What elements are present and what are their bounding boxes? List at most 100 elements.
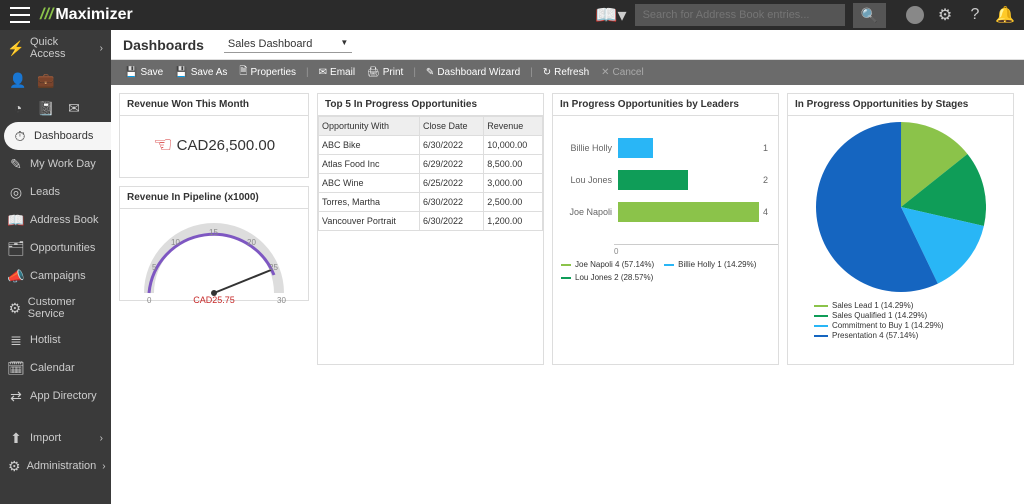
sidebar-administration[interactable]: ⚙ Administration › [0, 452, 111, 480]
address-book-dropdown-icon[interactable]: 📖▾ [595, 5, 626, 26]
table-row[interactable]: ABC Wine6/25/20223,000.00 [319, 174, 543, 193]
timer-icon[interactable]: ◔ [10, 100, 26, 116]
sidebar-icon-row-2: ◔ 📓 ✉ [0, 94, 111, 122]
sidebar-admin-label: Administration [27, 460, 97, 472]
dashboard-grid: Revenue Won This Month ☞ CAD26,500.00 Re… [111, 85, 1024, 504]
notebook-icon[interactable]: 📓 [38, 100, 54, 116]
table-cell: 6/25/2022 [419, 174, 483, 193]
legend-item: Presentation 4 (57.14%) [814, 331, 944, 340]
sidebar-item-label: Hotlist [30, 334, 61, 346]
table-cell: 6/30/2022 [419, 136, 483, 155]
settings-gear-icon[interactable]: ⚙ [936, 6, 954, 24]
bolt-icon: ⚡ [8, 40, 24, 56]
sidebar-item-campaigns[interactable]: 📣 Campaigns [0, 262, 111, 290]
sidebar-item-label: Campaigns [30, 270, 86, 282]
top-bar: /// Maximizer 📖▾ 🔍 ⚙ ? 🔔 [0, 0, 1024, 30]
top5-table: Opportunity With Close Date Revenue ABC … [318, 116, 543, 231]
sidebar-item-hotlist[interactable]: ≣ Hotlist [0, 326, 111, 354]
table-row[interactable]: Atlas Food Inc6/29/20228,500.00 [319, 155, 543, 174]
book-icon: 📖 [8, 212, 24, 228]
toolbar-save[interactable]: 💾 Save [121, 65, 167, 80]
sidebar-item-addressbook[interactable]: 📖 Address Book [0, 206, 111, 234]
logo-icon: /// [40, 6, 53, 24]
brand-name: Maximizer [55, 6, 132, 24]
chevron-right-icon: › [102, 461, 105, 472]
bar-fill [618, 202, 759, 222]
sidebar-item-label: App Directory [30, 390, 97, 402]
table-cell: 6/30/2022 [419, 212, 483, 231]
search-input[interactable] [635, 4, 845, 26]
toolbar-wizard[interactable]: ✎ Dashboard Wizard [422, 65, 524, 80]
table-row[interactable]: Torres, Martha6/30/20222,500.00 [319, 193, 543, 212]
panel-top5-opportunities: Top 5 In Progress Opportunities Opportun… [317, 93, 544, 365]
user-icon[interactable]: 👤 [10, 72, 26, 88]
sidebar-item-appdirectory[interactable]: ⇄ App Directory [0, 382, 111, 410]
leaders-legend: Joe Napoli 4 (57.14%)Billie Holly 1 (14.… [553, 256, 778, 286]
bar-label: Billie Holly [563, 143, 618, 153]
table-cell: 2,500.00 [484, 193, 543, 212]
chevron-right-icon: › [100, 433, 103, 444]
briefcase-icon[interactable]: 💼 [38, 72, 54, 88]
table-row[interactable]: ABC Bike6/30/202210,000.00 [319, 136, 543, 155]
toolbar-save-as[interactable]: 💾 Save As [171, 65, 231, 80]
table-cell: 3,000.00 [484, 174, 543, 193]
table-cell: 6/30/2022 [419, 193, 483, 212]
sidebar-item-leads[interactable]: ◎ Leads [0, 178, 111, 206]
panel-title: In Progress Opportunities by Stages [788, 94, 1013, 116]
sidebar-item-calendar[interactable]: 🗓 Calendar [0, 354, 111, 382]
panel-revenue-won: Revenue Won This Month ☞ CAD26,500.00 [119, 93, 309, 178]
search-button[interactable]: 🔍 [853, 3, 886, 28]
mail-icon[interactable]: ✉ [66, 100, 82, 116]
col-header: Opportunity With [319, 117, 420, 136]
legend-item: Sales Lead 1 (14.29%) [814, 301, 944, 310]
gauge-chart: 0 5 10 15 20 25 30 CAD25.75 [129, 215, 299, 305]
gauge-icon: ⏱ [12, 128, 28, 144]
panel-leaders-chart: In Progress Opportunities by Leaders Bil… [552, 93, 779, 365]
quick-access-label: Quick Access [30, 36, 94, 60]
user-avatar-icon[interactable] [906, 6, 924, 24]
sidebar-import[interactable]: ⬆ Import › [0, 424, 111, 452]
help-icon[interactable]: ? [966, 6, 984, 24]
table-row[interactable]: Vancouver Portrait6/30/20221,200.00 [319, 212, 543, 231]
stages-legend: Sales Lead 1 (14.29%)Sales Qualified 1 (… [794, 300, 944, 341]
table-cell: Torres, Martha [319, 193, 420, 212]
quick-access-button[interactable]: ⚡ Quick Access › [0, 30, 111, 66]
bar-row: Billie Holly 1 [563, 138, 768, 158]
table-cell: 1,200.00 [484, 212, 543, 231]
toolbar-email[interactable]: ✉ Email [315, 65, 359, 80]
revenue-won-value: CAD26,500.00 [177, 137, 275, 154]
sidebar-item-customerservice[interactable]: ⚙ Customer Service [0, 290, 111, 326]
notifications-bell-icon[interactable]: 🔔 [996, 6, 1014, 24]
folder-icon: 🗂 [8, 240, 24, 256]
swap-icon: ⇄ [8, 388, 24, 404]
pointing-hand-icon: ☞ [153, 132, 173, 158]
sidebar-item-label: Address Book [30, 214, 98, 226]
sidebar-item-myworkday[interactable]: ✎ My Work Day [0, 150, 111, 178]
toolbar-refresh[interactable]: ↻ Refresh [539, 65, 593, 80]
bar-value: 1 [763, 143, 768, 153]
panel-title: Revenue In Pipeline (x1000) [120, 187, 308, 209]
table-cell: 6/29/2022 [419, 155, 483, 174]
bar-label: Lou Jones [563, 175, 618, 185]
sidebar-item-opportunities[interactable]: 🗂 Opportunities [0, 234, 111, 262]
bar-axis: 0 [614, 244, 778, 256]
bar-row: Lou Jones 2 [563, 170, 768, 190]
sidebar-item-label: Calendar [30, 362, 75, 374]
sidebar-item-label: My Work Day [30, 158, 96, 170]
bar-fill [618, 138, 653, 158]
sidebar-import-label: Import [30, 432, 61, 444]
sidebar-item-dashboards[interactable]: ⏱ Dashboards [4, 122, 111, 150]
dashboard-selector[interactable]: Sales Dashboard [224, 36, 352, 53]
sidebar-item-label: Customer Service [28, 296, 103, 320]
legend-item: Sales Qualified 1 (14.29%) [814, 311, 944, 320]
svg-text:25: 25 [269, 263, 278, 272]
hamburger-icon[interactable] [10, 7, 30, 23]
target-icon: ◎ [8, 184, 24, 200]
sidebar-item-label: Leads [30, 186, 60, 198]
toolbar-print[interactable]: 🖨 Print [363, 65, 407, 80]
table-cell: ABC Bike [319, 136, 420, 155]
toolbar-properties[interactable]: 🗎 Properties [235, 62, 300, 83]
main-area: Dashboards Sales Dashboard 💾 Save 💾 Save… [111, 30, 1024, 504]
megaphone-icon: 📣 [8, 268, 24, 284]
bar-value: 4 [763, 207, 768, 217]
